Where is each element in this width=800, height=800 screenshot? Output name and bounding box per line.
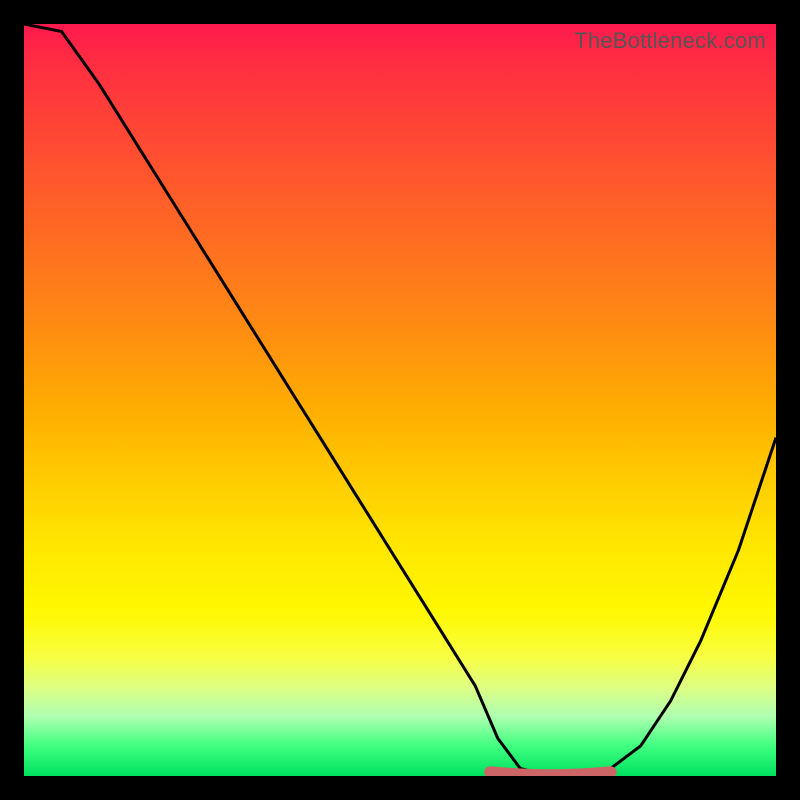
chart-plot-area: TheBottleneck.com [24,24,776,776]
chart-outer-frame: TheBottleneck.com [0,0,800,800]
optimal-band-path [490,772,610,775]
bottleneck-curve-path [24,24,776,776]
bottleneck-curve-svg [24,24,776,776]
